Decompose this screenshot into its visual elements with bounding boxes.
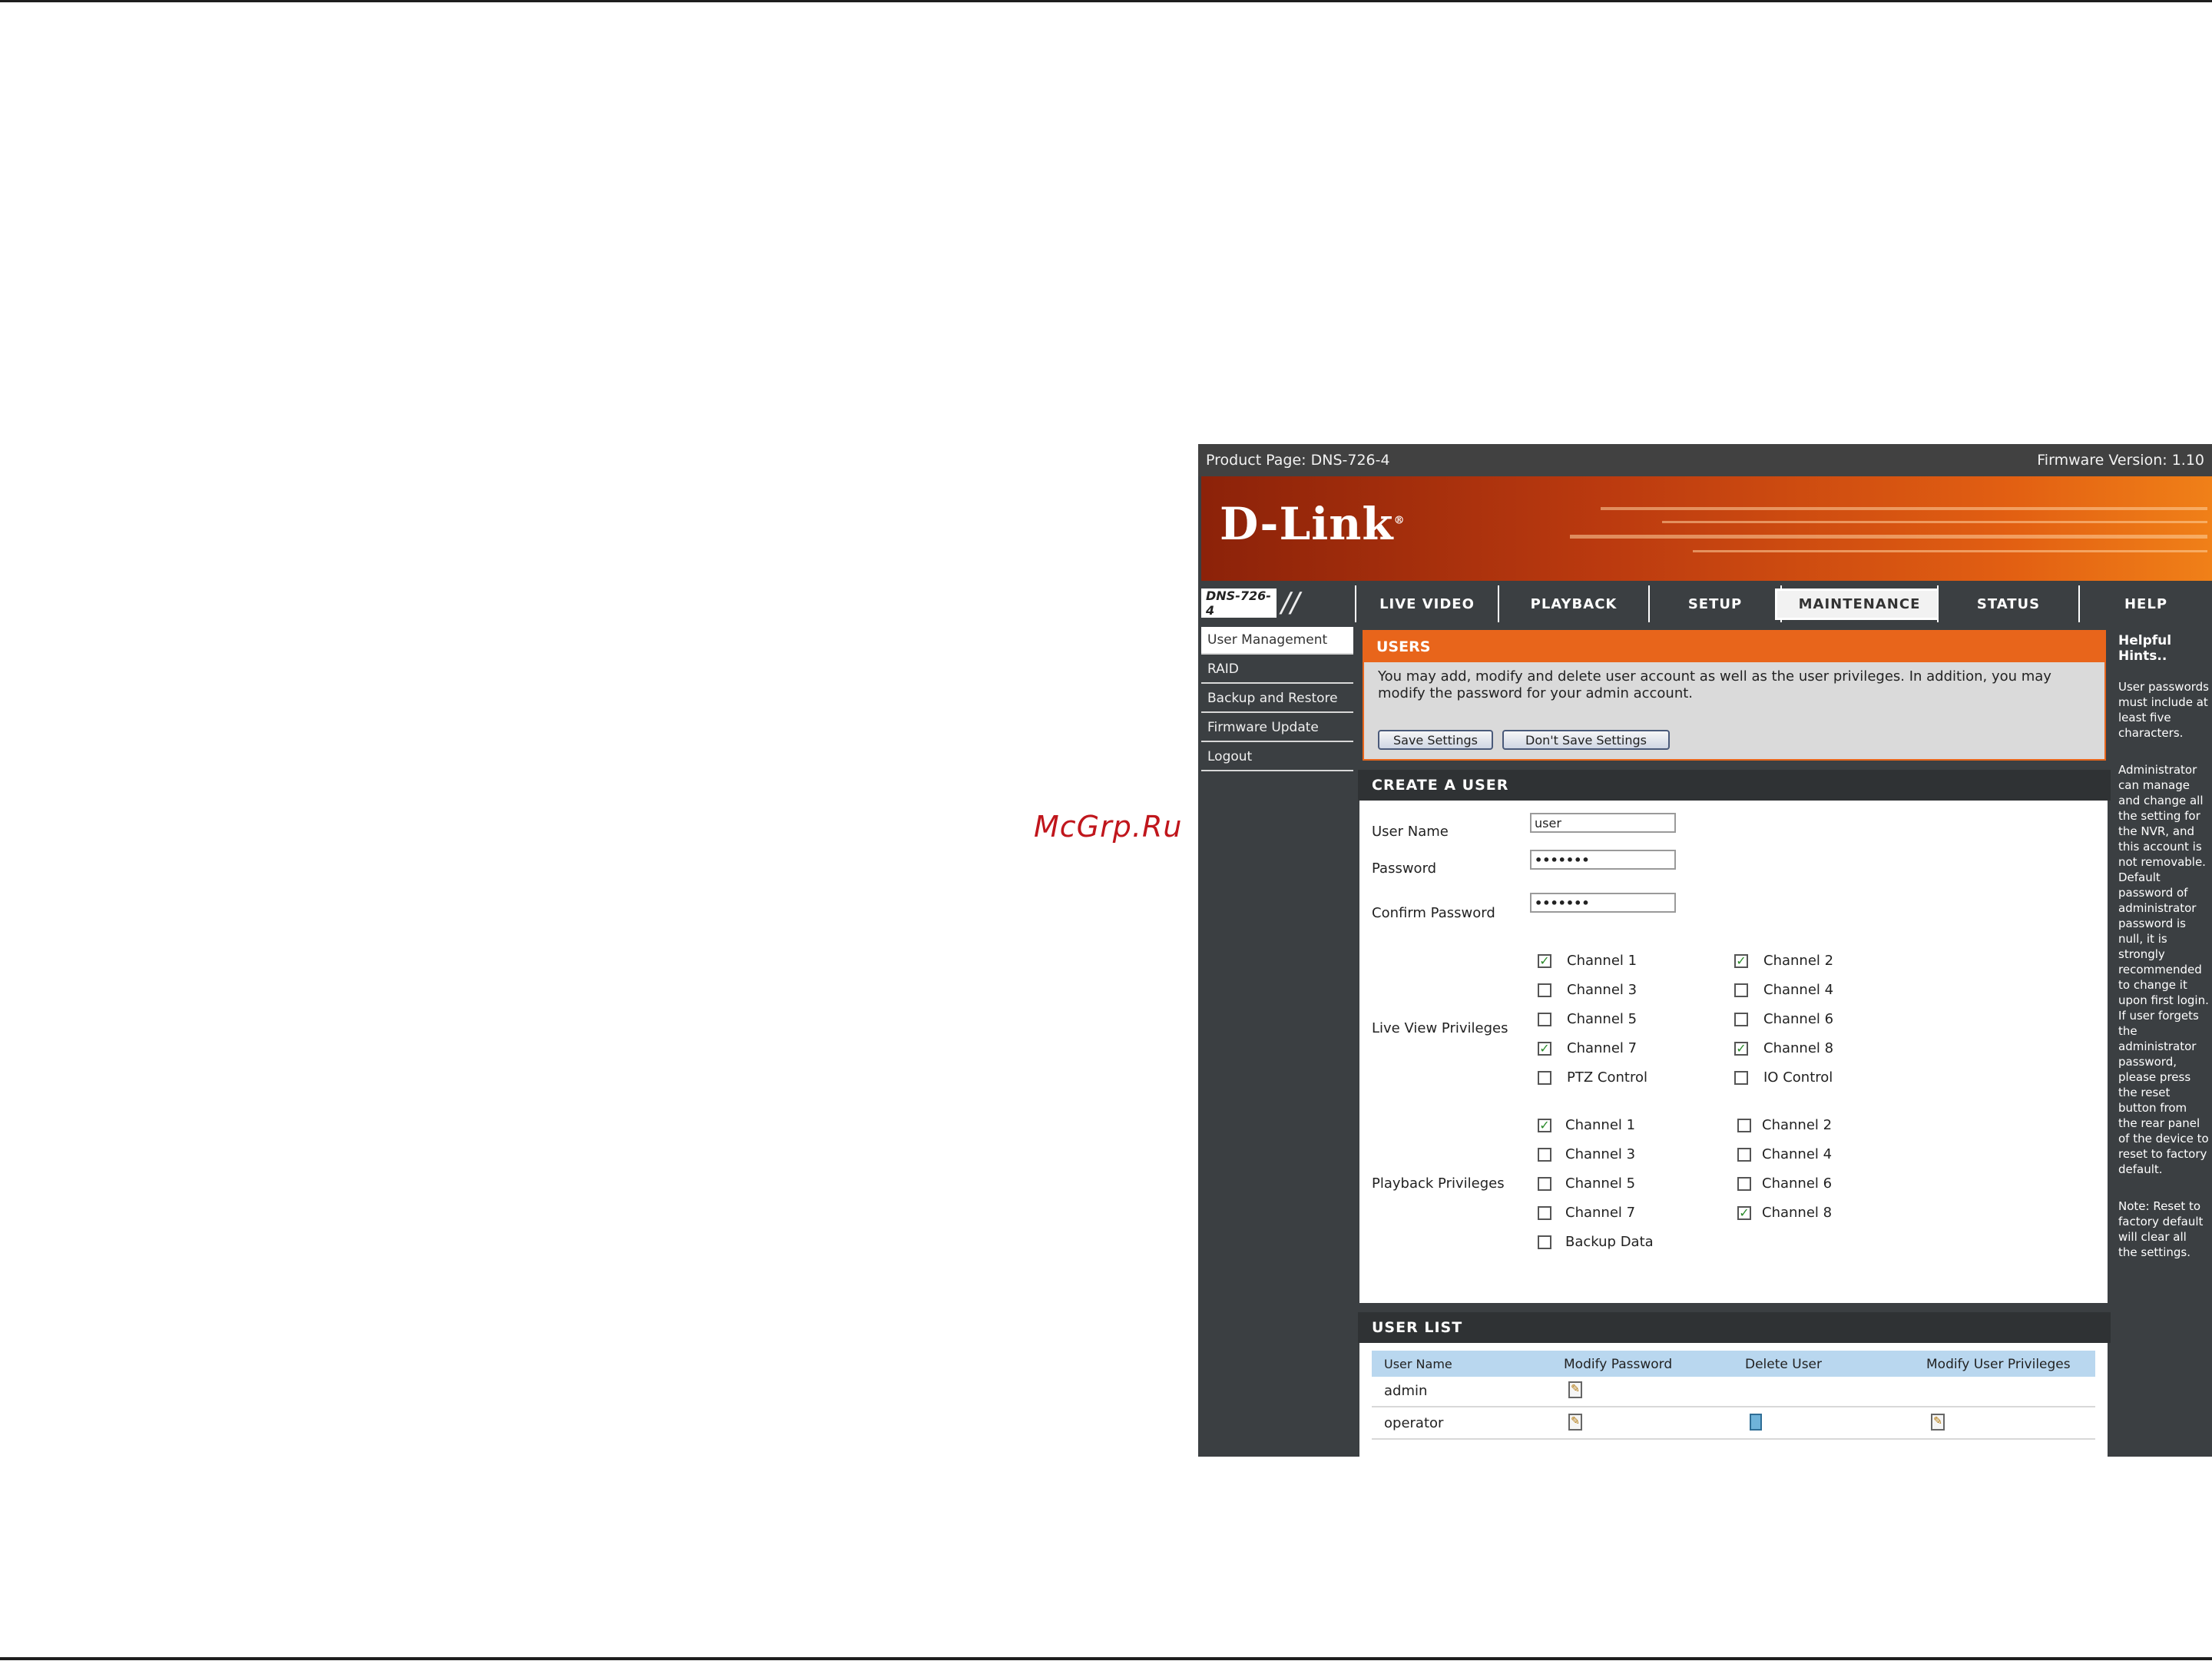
sidebar-item-backup-restore[interactable]: Backup and Restore xyxy=(1201,685,1353,713)
model-badge: DNS-726-4 xyxy=(1201,588,1277,618)
tab-status[interactable]: STATUS xyxy=(1937,585,2078,622)
live-ch1-checkbox[interactable]: ✓ xyxy=(1538,954,1551,968)
pb-backup-checkbox[interactable] xyxy=(1538,1235,1551,1249)
firmware-version-text: Firmware Version: 1.10 xyxy=(2037,452,2204,469)
brand-banner: D-Link® xyxy=(1201,476,2212,581)
live-ch1-label: Channel 1 xyxy=(1567,953,1637,969)
pb-ch4-label: Channel 4 xyxy=(1762,1146,1833,1162)
pb-ch1-checkbox[interactable]: ✓ xyxy=(1538,1119,1551,1132)
pb-ch8-label: Channel 8 xyxy=(1762,1205,1833,1221)
top-rule xyxy=(0,0,2212,2)
pb-ch7-label: Channel 7 xyxy=(1565,1205,1636,1221)
sidebar-item-logout[interactable]: Logout xyxy=(1201,744,1353,771)
create-user-form: User Name user Password ••••••• Confirm … xyxy=(1359,801,2108,1303)
dlink-logo: D-Link® xyxy=(1220,498,1406,550)
user-name-label: User Name xyxy=(1372,824,1449,840)
live-ch4-label: Channel 4 xyxy=(1763,982,1834,998)
user-row-operator-name: operator xyxy=(1384,1415,1444,1431)
nvr-web-ui: Product Page: DNS-726-4 Firmware Version… xyxy=(1198,444,2212,1457)
live-io-label: IO Control xyxy=(1763,1069,1833,1086)
confirm-password-label: Confirm Password xyxy=(1372,905,1495,921)
live-ptz-checkbox[interactable] xyxy=(1538,1071,1551,1085)
user-list-table: User Name Modify Password Delete User Mo… xyxy=(1359,1343,2108,1457)
pb-ch2-label: Channel 2 xyxy=(1762,1117,1833,1133)
user-list-title: USER LIST xyxy=(1358,1312,2111,1343)
helpful-hints-panel: Helpful Hints.. User passwords must incl… xyxy=(2115,624,2212,1457)
dont-save-settings-button[interactable]: Don't Save Settings xyxy=(1502,730,1670,750)
edit-password-icon[interactable]: ✎ xyxy=(1568,1414,1582,1431)
col-modify-password: Modify Password xyxy=(1564,1357,1673,1372)
live-view-privileges-label: Live View Privileges xyxy=(1372,1020,1508,1036)
users-panel: USERS You may add, modify and delete use… xyxy=(1363,630,2106,761)
col-delete-user: Delete User xyxy=(1745,1357,1823,1372)
playback-privileges-label: Playback Privileges xyxy=(1372,1175,1505,1192)
live-ch6-checkbox[interactable] xyxy=(1734,1013,1748,1026)
pb-ch5-checkbox[interactable] xyxy=(1538,1177,1551,1191)
user-list-header: User Name Modify Password Delete User Mo… xyxy=(1372,1351,2095,1377)
pb-ch7-checkbox[interactable] xyxy=(1538,1206,1551,1220)
main-nav: DNS-726-4 // LIVE VIDEO PLAYBACK SETUP M… xyxy=(1198,585,2212,622)
password-input[interactable]: ••••••• xyxy=(1530,850,1676,870)
live-ch8-label: Channel 8 xyxy=(1763,1040,1834,1056)
hint-passwords: User passwords must include at least fiv… xyxy=(2118,680,2209,740)
live-ch4-checkbox[interactable] xyxy=(1734,983,1748,997)
pb-ch5-label: Channel 5 xyxy=(1565,1175,1636,1192)
live-ptz-label: PTZ Control xyxy=(1567,1069,1647,1086)
hint-reset-note: Note: Reset to factory default will clea… xyxy=(2118,1199,2204,1259)
live-ch5-label: Channel 5 xyxy=(1567,1011,1637,1027)
live-ch5-checkbox[interactable] xyxy=(1538,1013,1551,1026)
pb-ch4-checkbox[interactable] xyxy=(1737,1148,1751,1162)
users-title: USERS xyxy=(1364,632,2104,662)
pb-ch8-checkbox[interactable]: ✓ xyxy=(1737,1206,1751,1220)
live-io-checkbox[interactable] xyxy=(1734,1071,1748,1085)
edit-password-icon[interactable]: ✎ xyxy=(1568,1381,1582,1398)
sidebar-item-raid[interactable]: RAID xyxy=(1201,656,1353,684)
sidebar-item-firmware-update[interactable]: Firmware Update xyxy=(1201,714,1353,742)
hints-title: Helpful Hints.. xyxy=(2118,633,2172,664)
pb-ch1-label: Channel 1 xyxy=(1565,1117,1636,1133)
live-ch2-checkbox[interactable]: ✓ xyxy=(1734,954,1748,968)
live-ch7-label: Channel 7 xyxy=(1567,1040,1637,1056)
users-description: You may add, modify and delete user acco… xyxy=(1378,668,2051,701)
tab-maintenance[interactable]: MAINTENANCE xyxy=(1774,585,1945,622)
bottom-rule xyxy=(0,1657,2212,1660)
sidebar-menu: User Management RAID Backup and Restore … xyxy=(1201,627,1353,773)
hint-administrator: Administrator can manage and change all … xyxy=(2118,763,2209,1176)
tab-help[interactable]: HELP xyxy=(2078,585,2212,622)
col-user-name: User Name xyxy=(1384,1357,1452,1371)
live-ch3-label: Channel 3 xyxy=(1567,982,1637,998)
live-ch3-checkbox[interactable] xyxy=(1538,983,1551,997)
product-page-text: Product Page: DNS-726-4 xyxy=(1206,452,1390,469)
user-row-admin-name: admin xyxy=(1384,1383,1428,1399)
tab-setup[interactable]: SETUP xyxy=(1648,585,1780,622)
tab-live-video[interactable]: LIVE VIDEO xyxy=(1355,585,1498,622)
main-content: USERS You may add, modify and delete use… xyxy=(1358,624,2111,1457)
confirm-password-input[interactable]: ••••••• xyxy=(1530,893,1676,913)
user-name-input[interactable]: user xyxy=(1530,813,1676,833)
create-user-title: CREATE A USER xyxy=(1358,770,2111,801)
live-ch7-checkbox[interactable]: ✓ xyxy=(1538,1042,1551,1056)
pb-ch6-checkbox[interactable] xyxy=(1737,1177,1751,1191)
live-ch6-label: Channel 6 xyxy=(1763,1011,1834,1027)
pb-ch6-label: Channel 6 xyxy=(1762,1175,1833,1192)
top-info-bar: Product Page: DNS-726-4 Firmware Version… xyxy=(1198,444,2212,476)
tab-playback[interactable]: PLAYBACK xyxy=(1498,585,1648,622)
live-ch8-checkbox[interactable]: ✓ xyxy=(1734,1042,1748,1056)
pb-ch2-checkbox[interactable] xyxy=(1737,1119,1751,1132)
save-settings-button[interactable]: Save Settings xyxy=(1378,730,1493,750)
pb-ch3-label: Channel 3 xyxy=(1565,1146,1636,1162)
delete-user-icon[interactable] xyxy=(1750,1414,1762,1431)
col-modify-privileges: Modify User Privileges xyxy=(1926,1357,2071,1372)
pb-backup-label: Backup Data xyxy=(1565,1234,1654,1250)
live-ch2-label: Channel 2 xyxy=(1763,953,1834,969)
password-label: Password xyxy=(1372,860,1437,877)
edit-privileges-icon[interactable]: ✎ xyxy=(1931,1414,1945,1431)
sidebar-item-user-management[interactable]: User Management xyxy=(1201,627,1353,655)
watermark-text: McGrp.Ru xyxy=(1034,810,1183,844)
pb-ch3-checkbox[interactable] xyxy=(1538,1148,1551,1162)
divider-slashes-icon: // xyxy=(1281,587,1300,618)
